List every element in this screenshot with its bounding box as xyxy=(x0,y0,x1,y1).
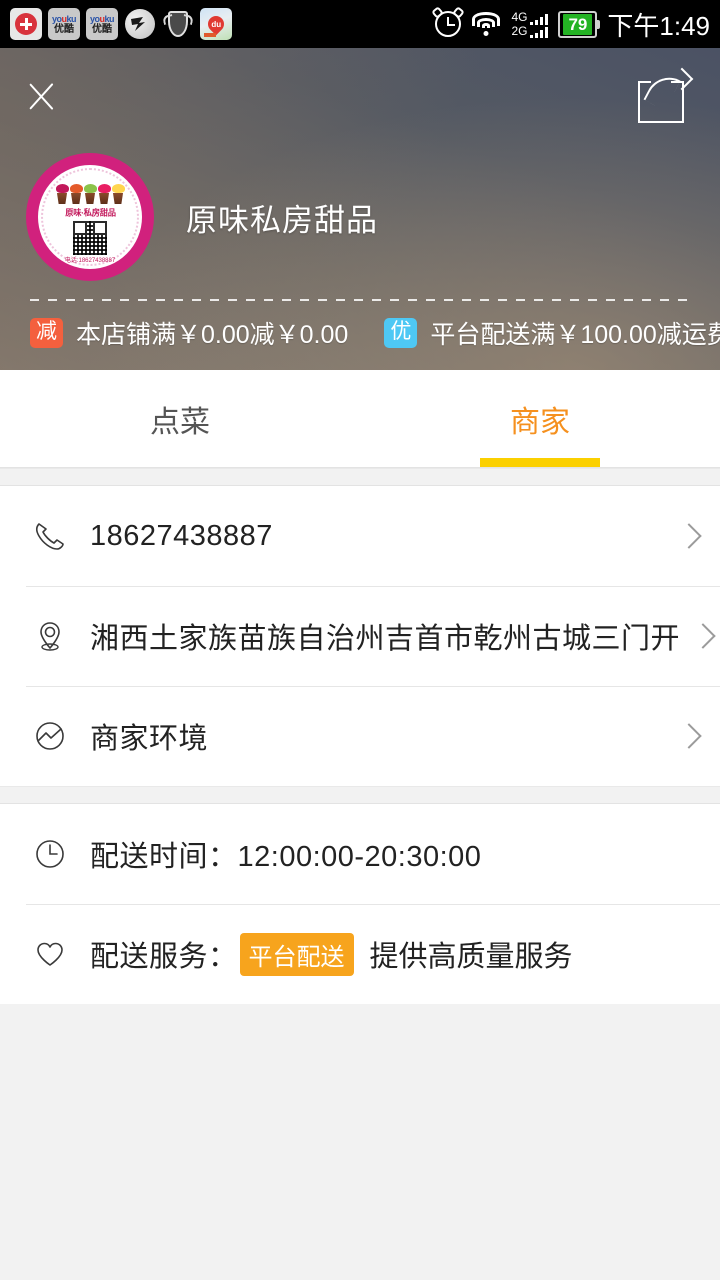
row-phone[interactable]: 18627438887 xyxy=(0,486,720,586)
location-pin-icon xyxy=(26,612,74,660)
discount-badge: 减 xyxy=(30,318,63,348)
environment-chart-icon xyxy=(26,712,74,760)
promotion-item-shipping[interactable]: 优 平台配送满￥100.00减运费 xyxy=(384,315,720,351)
row-environment[interactable]: 商家环境 xyxy=(0,686,720,786)
cupcakes-graphic xyxy=(55,174,125,204)
shield-app-icon xyxy=(162,8,194,40)
shop-logo: 原味·私房甜品 电话:18627438887 xyxy=(26,153,154,281)
delivery-service-badge: 平台配送 xyxy=(239,932,354,976)
promotion-item-discount[interactable]: 减 本店铺满￥0.00减￥0.00 xyxy=(30,315,348,351)
network-secondary-label: 2G xyxy=(511,23,528,38)
delivery-section: 配送时间：12:00:00-20:30:00 配送服务： 平台配送 提供高质量服… xyxy=(0,804,720,1004)
battery-icon: 79 xyxy=(558,10,601,38)
delivery-service-label: 配送服务： xyxy=(90,941,238,973)
section-gap-middle xyxy=(0,786,720,804)
youku-icon-2: youku 优酷 xyxy=(86,8,118,40)
page-filler xyxy=(0,1004,720,1280)
alarm-icon xyxy=(431,6,466,37)
logo-phone-text: 电话:18627438887 xyxy=(64,258,116,264)
delivery-time-text: 配送时间：12:00:00-20:30:00 xyxy=(90,841,482,873)
share-icon[interactable] xyxy=(636,67,694,123)
address-text: 湘西土家族苗族自治州吉首市乾州古城三门开 xyxy=(90,623,681,655)
wing-glyph xyxy=(131,17,145,31)
youku-icon: youku 优酷 xyxy=(48,8,80,40)
tab-order-label: 点菜 xyxy=(150,405,210,439)
shop-header: 原味·私房甜品 电话:18627438887 原味私房甜品 减 本店铺满￥0.0… xyxy=(0,48,720,370)
status-system-icons: 4G 2G 79 下午1:49 xyxy=(431,6,710,43)
section-gap-top xyxy=(0,468,720,486)
delivery-service-content: 配送服务： 平台配送 提供高质量服务 xyxy=(90,932,573,976)
shipping-text: 平台配送满￥100.00减运费 xyxy=(430,321,720,349)
back-button[interactable] xyxy=(28,69,62,123)
logo-brand-text: 原味·私房甜品 xyxy=(64,208,116,218)
signal-bars xyxy=(530,13,549,38)
status-time: 下午1:49 xyxy=(607,10,710,41)
battery-level: 79 xyxy=(563,13,593,35)
status-notification-icons: youku 优酷 youku 优酷 du xyxy=(10,8,232,40)
wing-app-icon xyxy=(124,8,156,40)
header-toolbar xyxy=(0,48,720,143)
network-primary-label: 4G xyxy=(511,9,528,24)
row-address[interactable]: 湘西土家族苗族自治州吉首市乾州古城三门开 xyxy=(0,586,720,686)
app-screen: youku 优酷 youku 优酷 du 4G 2G 79 下午1:49 原味·… xyxy=(0,0,720,1280)
row-delivery-time: 配送时间：12:00:00-20:30:00 xyxy=(0,804,720,904)
tab-merchant[interactable]: 商家 xyxy=(360,370,720,467)
tab-order[interactable]: 点菜 xyxy=(0,370,360,467)
status-bar: youku 优酷 youku 优酷 du 4G 2G 79 下午1:49 xyxy=(0,0,720,48)
baidu-map-icon: du xyxy=(200,8,232,40)
tab-merchant-label: 商家 xyxy=(510,405,570,439)
environment-label: 商家环境 xyxy=(90,723,209,755)
shop-identity: 原味·私房甜品 电话:18627438887 原味私房甜品 xyxy=(0,143,720,281)
discount-text: 本店铺满￥0.00减￥0.00 xyxy=(76,321,349,349)
chevron-right-icon xyxy=(690,623,716,649)
shipping-badge: 优 xyxy=(384,318,418,348)
phone-number: 18627438887 xyxy=(90,519,273,552)
tab-bar: 点菜 商家 xyxy=(0,370,720,468)
contact-section: 18627438887 湘西土家族苗族自治州吉首市乾州古城三门开 商家环境 xyxy=(0,486,720,786)
phone-icon xyxy=(26,512,74,560)
promotion-bar: 减 本店铺满￥0.00减￥0.00 优 平台配送满￥100.00减运费 xyxy=(0,301,720,351)
clock-icon xyxy=(26,830,74,878)
chevron-right-icon xyxy=(676,523,702,549)
app-plus-icon xyxy=(10,8,42,40)
logo-qr-code xyxy=(73,221,107,255)
shop-name: 原味私房甜品 xyxy=(186,202,378,238)
chevron-right-icon xyxy=(676,723,702,749)
heart-icon xyxy=(26,930,74,978)
row-delivery-service: 配送服务： 平台配送 提供高质量服务 xyxy=(0,904,720,1004)
delivery-service-desc: 提供高质量服务 xyxy=(369,941,573,973)
tab-active-underline xyxy=(480,458,600,467)
wifi-icon xyxy=(471,12,501,36)
signal-icon: 4G 2G xyxy=(511,9,549,38)
